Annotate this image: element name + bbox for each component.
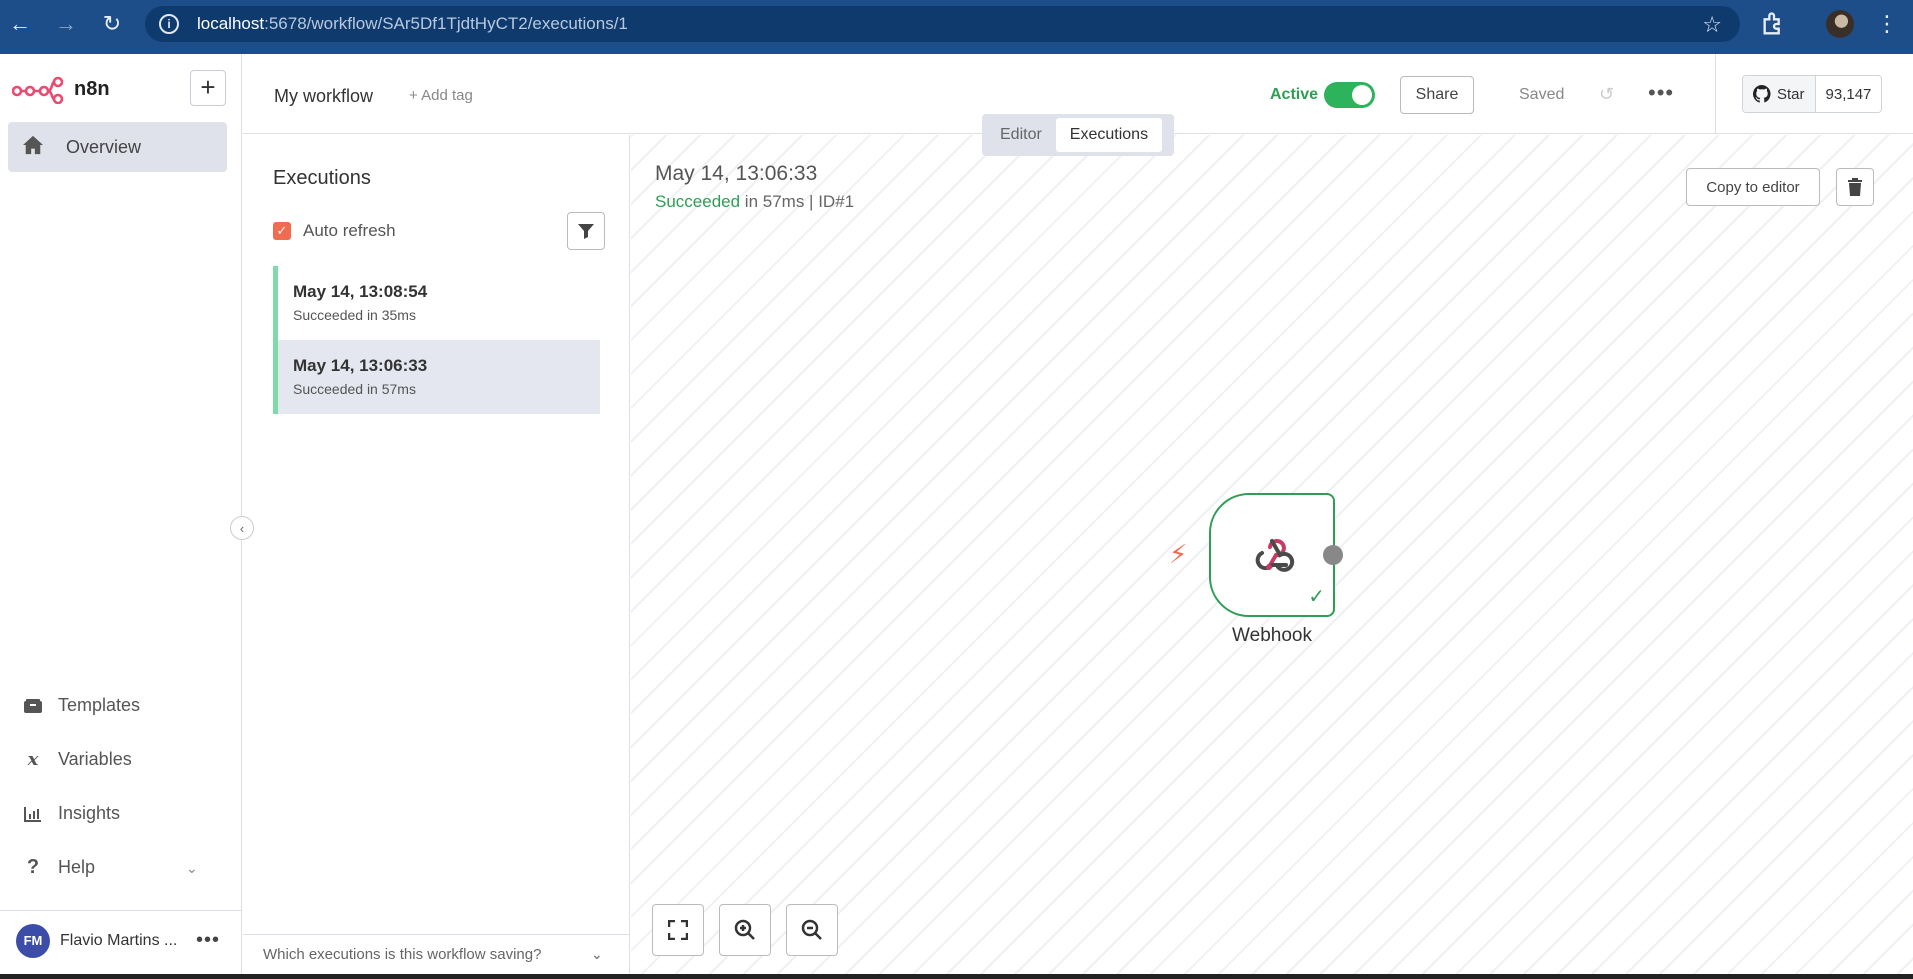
execution-status: Succeeded in 35ms: [293, 307, 416, 323]
sidebar-item-label: Overview: [66, 136, 142, 157]
add-button[interactable]: +: [190, 70, 226, 106]
site-info-icon[interactable]: i: [159, 14, 179, 34]
logo[interactable]: n8n: [12, 74, 110, 104]
more-icon[interactable]: •••: [196, 929, 220, 952]
trigger-bolt-icon: ⚡︎: [1169, 539, 1188, 569]
executions-panel: Executions ✓ Auto refresh May 14, 13:08:…: [243, 135, 630, 974]
webhook-node[interactable]: ✓: [1209, 493, 1335, 617]
tab-editor[interactable]: Editor: [986, 118, 1056, 152]
more-icon[interactable]: •••: [1648, 80, 1674, 106]
brand-name: n8n: [74, 77, 110, 100]
browser-menu-icon[interactable]: ⋮: [1876, 8, 1898, 40]
success-check-icon: ✓: [1308, 586, 1325, 608]
extensions-icon[interactable]: [1760, 10, 1788, 38]
workflow-name[interactable]: My workflow: [274, 86, 373, 107]
status-detail: in 57ms | ID#1: [740, 192, 855, 211]
zoom-to-fit-button[interactable]: [652, 904, 704, 956]
trash-icon: [1848, 178, 1862, 196]
history-icon[interactable]: ↺: [1599, 84, 1614, 105]
chevron-down-icon[interactable]: ⌄: [186, 860, 198, 877]
active-toggle[interactable]: [1324, 82, 1375, 108]
chart-icon: [22, 806, 44, 822]
saved-status: Saved: [1519, 86, 1565, 103]
url-path: :5678/workflow/SAr5Df1TjdtHyCT2/executio…: [264, 14, 628, 33]
toggle-knob: [1352, 85, 1372, 105]
collapse-sidebar-button[interactable]: ‹: [230, 516, 254, 540]
view-tabs: Editor Executions: [982, 114, 1174, 156]
filter-icon: [578, 224, 594, 239]
add-tag-button[interactable]: + Add tag: [409, 87, 473, 104]
question-icon: ?: [26, 856, 40, 878]
zoom-out-button[interactable]: [786, 904, 838, 956]
sidebar-item-label: Insights: [58, 803, 121, 823]
reload-icon[interactable]: ↻: [92, 4, 132, 44]
node-output-handle[interactable]: [1323, 545, 1343, 565]
sidebar: n8n + Overview Templates x Variables Ins…: [0, 54, 242, 974]
tab-executions[interactable]: Executions: [1055, 118, 1163, 152]
user-menu[interactable]: FM Flavio Martins ... •••: [0, 910, 242, 970]
fit-view-icon: [668, 920, 688, 940]
auto-refresh-row[interactable]: ✓ Auto refresh: [273, 221, 396, 241]
execution-title-time: May 14, 13:06:33: [655, 162, 818, 185]
sidebar-item-label: Help: [58, 857, 96, 877]
user-name: Flavio Martins ...: [60, 931, 178, 949]
url-text[interactable]: localhost:5678/workflow/SAr5Df1TjdtHyCT2…: [197, 14, 628, 34]
home-icon: [22, 135, 50, 160]
copy-to-editor-button[interactable]: Copy to editor: [1686, 168, 1820, 206]
sidebar-item-overview[interactable]: Overview: [8, 122, 227, 172]
sidebar-item-help[interactable]: ? Help: [22, 856, 95, 879]
browser-toolbar: ← → ↻ i localhost:5678/workflow/SAr5Df1T…: [0, 0, 1913, 48]
webhook-icon: [1255, 539, 1295, 572]
forward-arrow-icon[interactable]: →: [46, 4, 86, 44]
variable-icon: x: [27, 749, 39, 770]
node-label: Webhook: [1232, 625, 1312, 646]
sidebar-item-label: Templates: [58, 695, 141, 715]
address-bar[interactable]: i localhost:5678/workflow/SAr5Df1TjdtHyC…: [145, 6, 1740, 42]
execution-status: Succeeded in 57ms: [293, 381, 416, 397]
zoom-out-icon: [801, 919, 822, 940]
execution-list-item[interactable]: May 14, 13:08:54 Succeeded in 35ms: [273, 266, 600, 340]
sidebar-item-insights[interactable]: Insights: [22, 803, 120, 824]
avatar[interactable]: FM: [16, 923, 50, 958]
auto-refresh-checkbox[interactable]: ✓: [273, 222, 291, 240]
n8n-logo-icon: [12, 76, 64, 104]
github-star-widget[interactable]: Star 93,147: [1742, 75, 1883, 113]
github-star-button[interactable]: Star: [1743, 76, 1816, 112]
active-label: Active: [1270, 86, 1319, 103]
execution-status-line: Succeeded in 57ms | ID#1: [655, 192, 854, 212]
saving-question: Which executions is this workflow saving…: [263, 946, 542, 963]
back-arrow-icon[interactable]: ←: [0, 4, 40, 44]
url-host: localhost: [197, 14, 265, 33]
filter-button[interactable]: [567, 212, 605, 250]
share-button[interactable]: Share: [1400, 76, 1474, 114]
sidebar-item-label: Variables: [58, 749, 132, 769]
execution-time: May 14, 13:06:33: [293, 356, 428, 375]
github-star-count[interactable]: 93,147: [1815, 76, 1882, 112]
execution-canvas[interactable]: May 14, 13:06:33 Succeeded in 57ms | ID#…: [631, 135, 1913, 974]
sidebar-item-templates[interactable]: Templates: [22, 695, 140, 716]
auto-refresh-label[interactable]: Auto refresh: [303, 221, 396, 241]
github-icon: [1753, 85, 1771, 103]
zoom-in-icon: [734, 919, 755, 940]
github-star-label: Star: [1777, 85, 1805, 103]
divider: [1715, 54, 1716, 134]
profile-avatar[interactable]: [1826, 10, 1854, 38]
taskbar-strip: [0, 974, 1913, 979]
sidebar-item-variables[interactable]: x Variables: [22, 749, 132, 770]
delete-button[interactable]: [1836, 168, 1874, 206]
chevron-down-icon[interactable]: ⌄: [591, 946, 603, 963]
execution-list-item[interactable]: May 14, 13:06:33 Succeeded in 57ms: [273, 340, 600, 414]
executions-saving-info[interactable]: Which executions is this workflow saving…: [243, 934, 629, 974]
box-icon: [22, 698, 44, 714]
status-word: Succeeded: [655, 192, 741, 211]
zoom-in-button[interactable]: [719, 904, 771, 956]
bookmark-star-icon[interactable]: ☆: [1702, 12, 1722, 38]
execution-time: May 14, 13:08:54: [293, 282, 428, 301]
executions-title: Executions: [273, 167, 371, 189]
